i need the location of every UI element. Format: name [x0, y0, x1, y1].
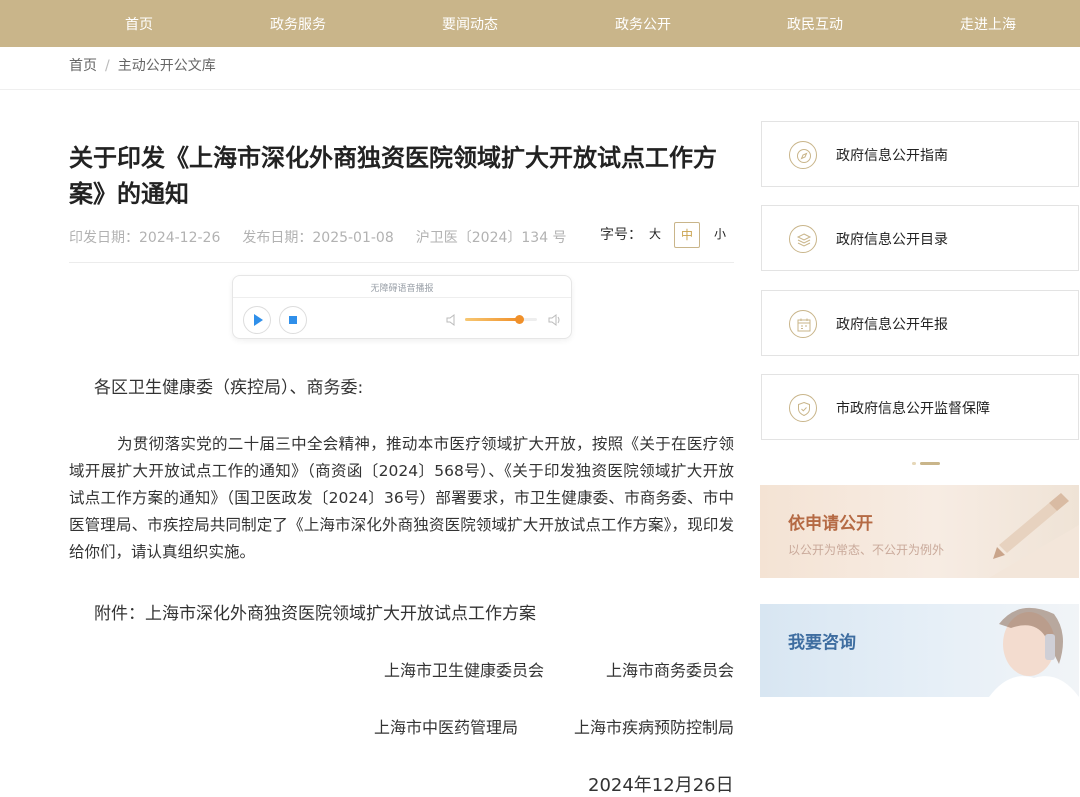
font-size-small[interactable]: 小: [707, 222, 733, 248]
audio-player: 无障碍语音播报: [232, 275, 572, 339]
document-date: 2024年12月26日: [588, 775, 734, 796]
font-size-label: 字号：: [600, 227, 642, 243]
stop-icon: [289, 316, 297, 324]
article-paragraph: 为贯彻落实党的二十届三中全会精神，推动本市医疗领域扩大开放，按照《关于在医疗领域…: [69, 435, 734, 561]
sidebar-link-catalog[interactable]: 政府信息公开目录: [761, 205, 1079, 271]
sidebar-link-label: 市政府信息公开监督保障: [836, 401, 990, 417]
calendar-icon: [789, 310, 817, 338]
breadcrumb-current[interactable]: 主动公开公文库: [118, 58, 216, 74]
sidebar-link-label: 政府信息公开指南: [836, 148, 948, 164]
player-divider: [233, 297, 571, 298]
doc-number: 沪卫医〔2024〕134 号: [415, 230, 567, 246]
carousel-dot[interactable]: [912, 462, 916, 465]
signature-commerce-commission: 上海市商务委员会: [606, 661, 735, 680]
font-size-medium[interactable]: 中: [674, 222, 700, 248]
breadcrumb-separator: /: [105, 58, 110, 74]
attachment-line[interactable]: 附件：上海市深化外商独资医院领域扩大开放试点工作方案: [94, 602, 759, 626]
sidebar-link-annual-report[interactable]: 政府信息公开年报: [761, 290, 1079, 356]
sidebar-link-guide[interactable]: 政府信息公开指南: [761, 121, 1079, 187]
sidebar-link-label: 政府信息公开年报: [836, 317, 948, 333]
carousel-dot-active[interactable]: [920, 462, 940, 465]
compass-icon: [789, 141, 817, 169]
signature-cdc-bureau: 上海市疾病预防控制局: [574, 718, 735, 737]
player-title: 无障碍语音播报: [370, 284, 434, 294]
volume-low-icon[interactable]: [445, 313, 459, 327]
nav-government-services[interactable]: 政务服务: [243, 0, 353, 47]
nav-about-shanghai[interactable]: 走进上海: [933, 0, 1043, 47]
nav-gov-disclosure[interactable]: 政务公开: [588, 0, 698, 47]
stop-button[interactable]: [279, 306, 307, 334]
publish-date: 发布日期：2025-01-08: [242, 230, 394, 246]
breadcrumb-divider: [0, 89, 1080, 90]
layers-icon: [789, 225, 817, 253]
banner-title: 依申请公开: [788, 514, 873, 534]
signature-tcm-bureau: 上海市中医药管理局: [374, 718, 519, 737]
nav-interaction[interactable]: 政民互动: [760, 0, 870, 47]
consult-banner[interactable]: 我要咨询: [760, 604, 1079, 697]
fountain-pen-illustration: [989, 493, 1079, 578]
salutation: 各区卫生健康委（疾控局）、商务委:: [94, 378, 364, 398]
top-navigation: 首页 政务服务 要闻动态 政务公开 政民互动 走进上海: [0, 0, 1080, 47]
volume-fill: [465, 318, 519, 321]
sidebar-link-supervision[interactable]: 市政府信息公开监督保障: [761, 374, 1079, 440]
play-button[interactable]: [243, 306, 271, 334]
nav-news[interactable]: 要闻动态: [415, 0, 525, 47]
consultant-illustration: [989, 607, 1079, 697]
banner-title: 我要咨询: [788, 633, 856, 653]
volume-high-icon[interactable]: [547, 313, 563, 327]
signature-health-commission: 上海市卫生健康委员会: [384, 661, 545, 680]
banner-subtitle: 以公开为常态、不公开为例外: [788, 543, 945, 557]
sidebar-link-label: 政府信息公开目录: [836, 232, 948, 248]
breadcrumb: 首页 / 主动公开公文库: [69, 56, 216, 76]
play-icon: [254, 314, 263, 326]
volume-slider[interactable]: [465, 315, 537, 324]
volume-handle[interactable]: [515, 315, 524, 324]
meta-divider: [69, 262, 734, 263]
nav-home[interactable]: 首页: [84, 0, 194, 47]
breadcrumb-home[interactable]: 首页: [69, 58, 97, 74]
article-meta: 印发日期：2024-12-26 发布日期：2025-01-08 沪卫医〔2024〕1…: [69, 228, 589, 248]
issue-date: 印发日期：2024-12-26: [69, 230, 221, 246]
font-size-large[interactable]: 大: [642, 222, 668, 248]
apply-disclosure-banner[interactable]: 依申请公开 以公开为常态、不公开为例外: [760, 485, 1079, 578]
shield-check-icon: [789, 394, 817, 422]
article-title: 关于印发《上海市深化外商独资医院领域扩大开放试点工作方案》的通知: [69, 144, 717, 208]
